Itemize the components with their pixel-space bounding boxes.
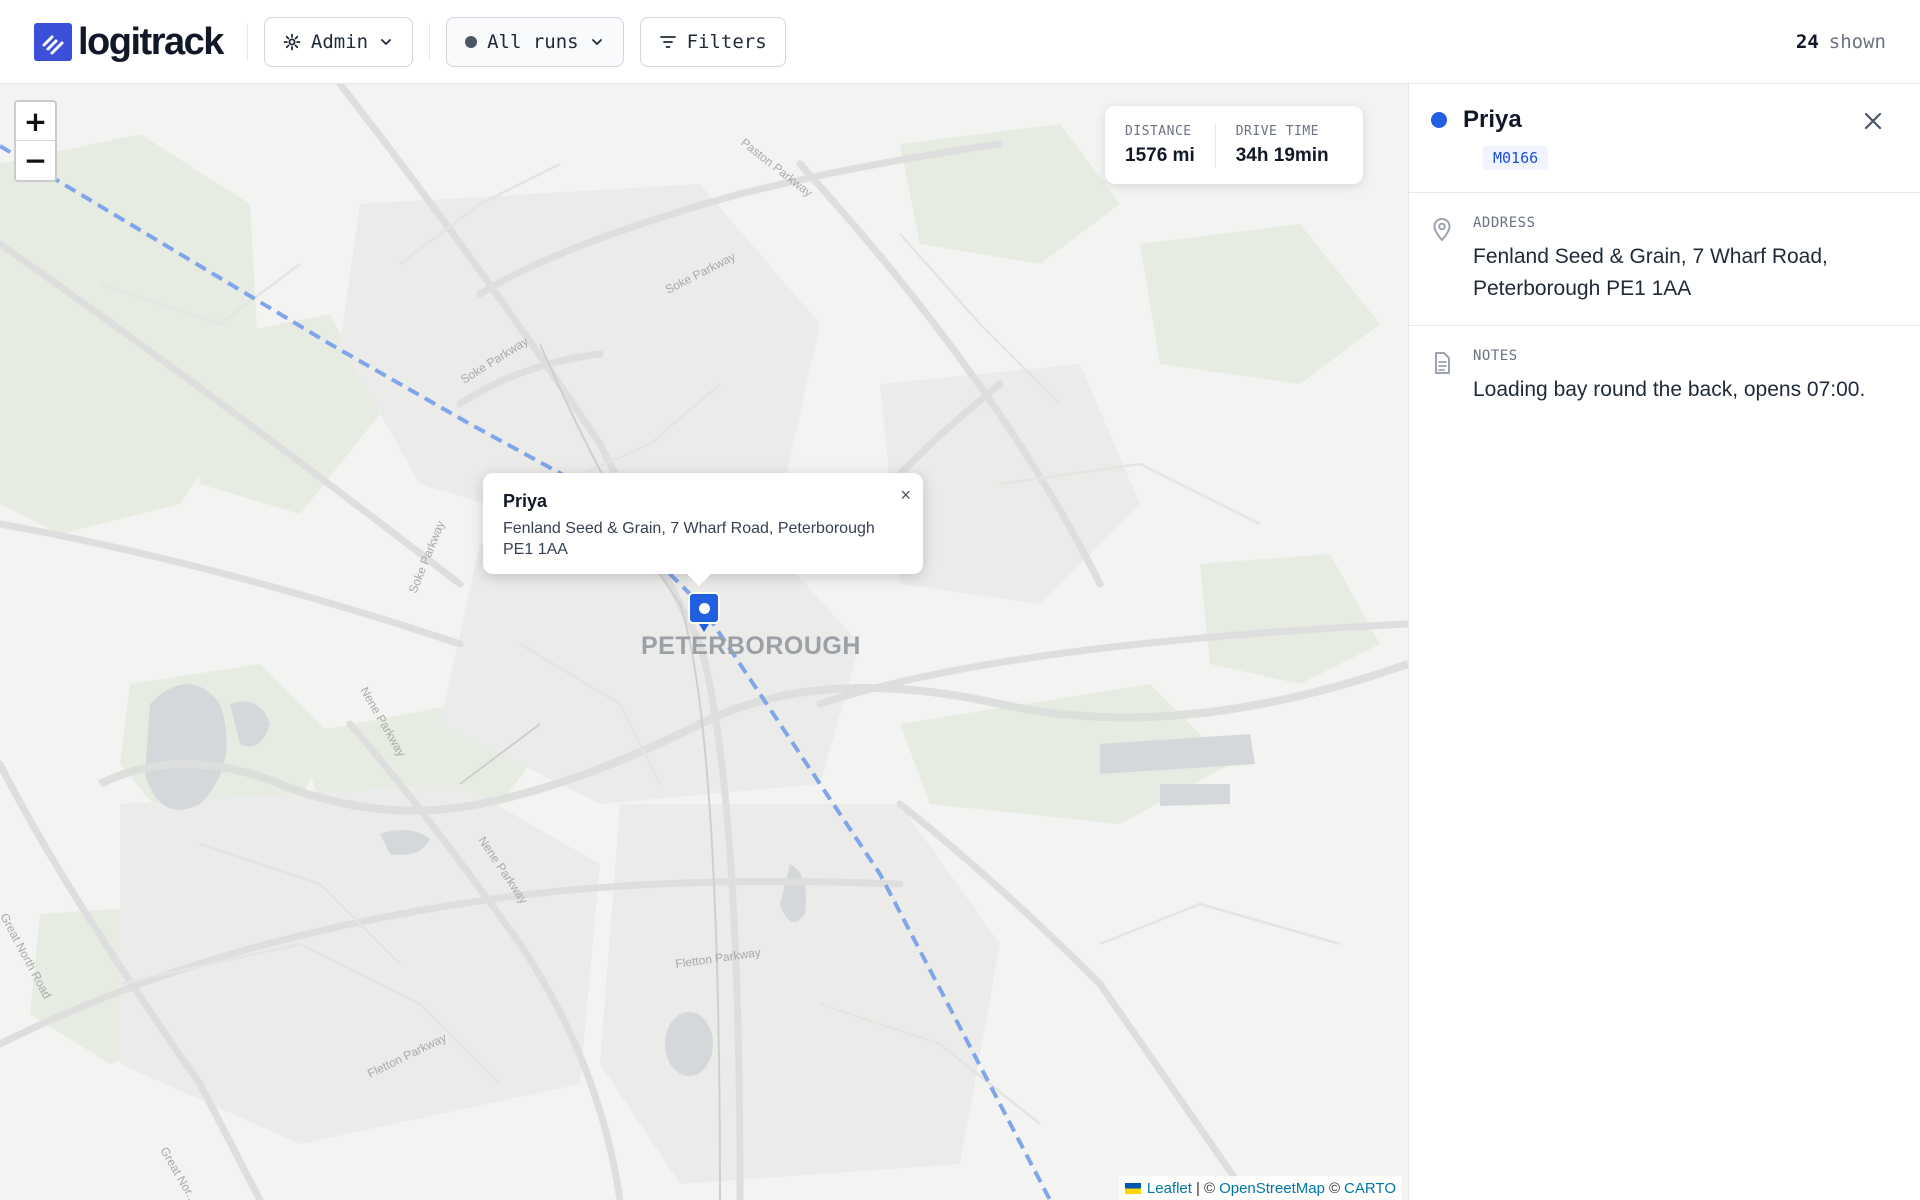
chevron-down-icon bbox=[381, 38, 391, 45]
drive-time-stat: DRIVE TIME 34h 19min bbox=[1236, 124, 1329, 167]
carto-link[interactable]: CARTO bbox=[1344, 1180, 1396, 1197]
logo-mark-icon bbox=[34, 22, 72, 61]
status-dot-icon bbox=[465, 35, 478, 48]
address-value: Fenland Seed & Grain, 7 Wharf Road, Pete… bbox=[1473, 245, 1828, 300]
driver-name: Priya bbox=[1463, 106, 1522, 133]
ukraine-flag-icon bbox=[1124, 1182, 1141, 1194]
filters-button[interactable]: Filters bbox=[639, 16, 786, 67]
header-divider bbox=[429, 22, 431, 61]
notes-section: NOTES Loading bay round the back, opens … bbox=[1409, 326, 1920, 430]
role-selector-button[interactable]: Admin bbox=[263, 16, 414, 67]
leaflet-link[interactable]: Leaflet bbox=[1147, 1180, 1192, 1197]
driver-color-dot bbox=[1431, 112, 1447, 128]
distance-stat: DISTANCE 1576 mi bbox=[1125, 124, 1195, 167]
notes-label: NOTES bbox=[1473, 348, 1518, 364]
document-icon bbox=[1435, 352, 1450, 374]
drive-time-value: 34h 19min bbox=[1235, 144, 1329, 166]
notes-value: Loading bay round the back, opens 07:00. bbox=[1473, 378, 1866, 401]
openstreetmap-link[interactable]: OpenStreetMap bbox=[1219, 1180, 1325, 1197]
chevron-down-icon bbox=[591, 38, 602, 45]
role-label: Admin bbox=[310, 30, 369, 53]
popup-title: Priya bbox=[503, 491, 548, 511]
stats-divider bbox=[1214, 123, 1216, 167]
distance-label: DISTANCE bbox=[1125, 123, 1192, 139]
shown-count: 24 shown bbox=[1796, 31, 1886, 53]
route-stats-card: DISTANCE 1576 mi DRIVE TIME 34h 19min bbox=[1105, 106, 1363, 184]
address-label: ADDRESS bbox=[1473, 215, 1536, 231]
shown-count-label: shown bbox=[1828, 30, 1886, 53]
logo[interactable]: logitrack bbox=[34, 20, 224, 63]
attribution-separator: | © bbox=[1195, 1179, 1216, 1197]
distance-value: 1576 mi bbox=[1125, 144, 1195, 166]
road-label: Great Nor... bbox=[157, 1145, 200, 1200]
runs-label: All runs bbox=[487, 30, 579, 53]
header-divider bbox=[246, 22, 248, 61]
stop-code-badge: M0166 bbox=[1483, 146, 1549, 170]
popup-close-button[interactable]: × bbox=[900, 485, 911, 506]
filters-label: Filters bbox=[686, 30, 767, 53]
top-bar: logitrack Admin All runs Filters 24 show… bbox=[0, 0, 1920, 84]
shown-count-number: 24 bbox=[1795, 30, 1819, 53]
zoom-out-button[interactable]: − bbox=[16, 141, 55, 180]
stop-marker[interactable] bbox=[688, 592, 720, 632]
zoom-control: + − bbox=[14, 100, 57, 182]
runs-selector-button[interactable]: All runs bbox=[446, 16, 624, 67]
city-label: PETERBOROUGH bbox=[641, 632, 861, 660]
zoom-in-button[interactable]: + bbox=[16, 102, 55, 141]
logo-text: logitrack bbox=[78, 20, 224, 63]
sun-icon bbox=[283, 33, 301, 50]
road-label: Soke Parkway bbox=[406, 519, 448, 595]
attribution-separator: © bbox=[1328, 1179, 1341, 1197]
marker-popup: Priya Fenland Seed & Grain, 7 Wharf Road… bbox=[483, 473, 923, 586]
map-pin-icon bbox=[1433, 217, 1451, 242]
drive-time-label: DRIVE TIME bbox=[1235, 123, 1320, 139]
marker-dot-icon bbox=[698, 602, 710, 614]
map-canvas[interactable]: Paston Parkway Soke Parkway Soke Parkway… bbox=[0, 84, 1408, 1200]
popup-address: Fenland Seed & Grain, 7 Wharf Road, Pete… bbox=[503, 520, 875, 558]
panel-header: Priya M0166 bbox=[1409, 84, 1920, 193]
filter-icon bbox=[659, 35, 676, 48]
close-icon[interactable] bbox=[1862, 110, 1884, 132]
stop-detail-panel: Priya M0166 ADDRESS Fenland Seed & Grain… bbox=[1408, 84, 1920, 1200]
address-section: ADDRESS Fenland Seed & Grain, 7 Wharf Ro… bbox=[1409, 193, 1920, 326]
map-attribution: Leaflet | © OpenStreetMap © CARTO bbox=[1118, 1176, 1402, 1200]
